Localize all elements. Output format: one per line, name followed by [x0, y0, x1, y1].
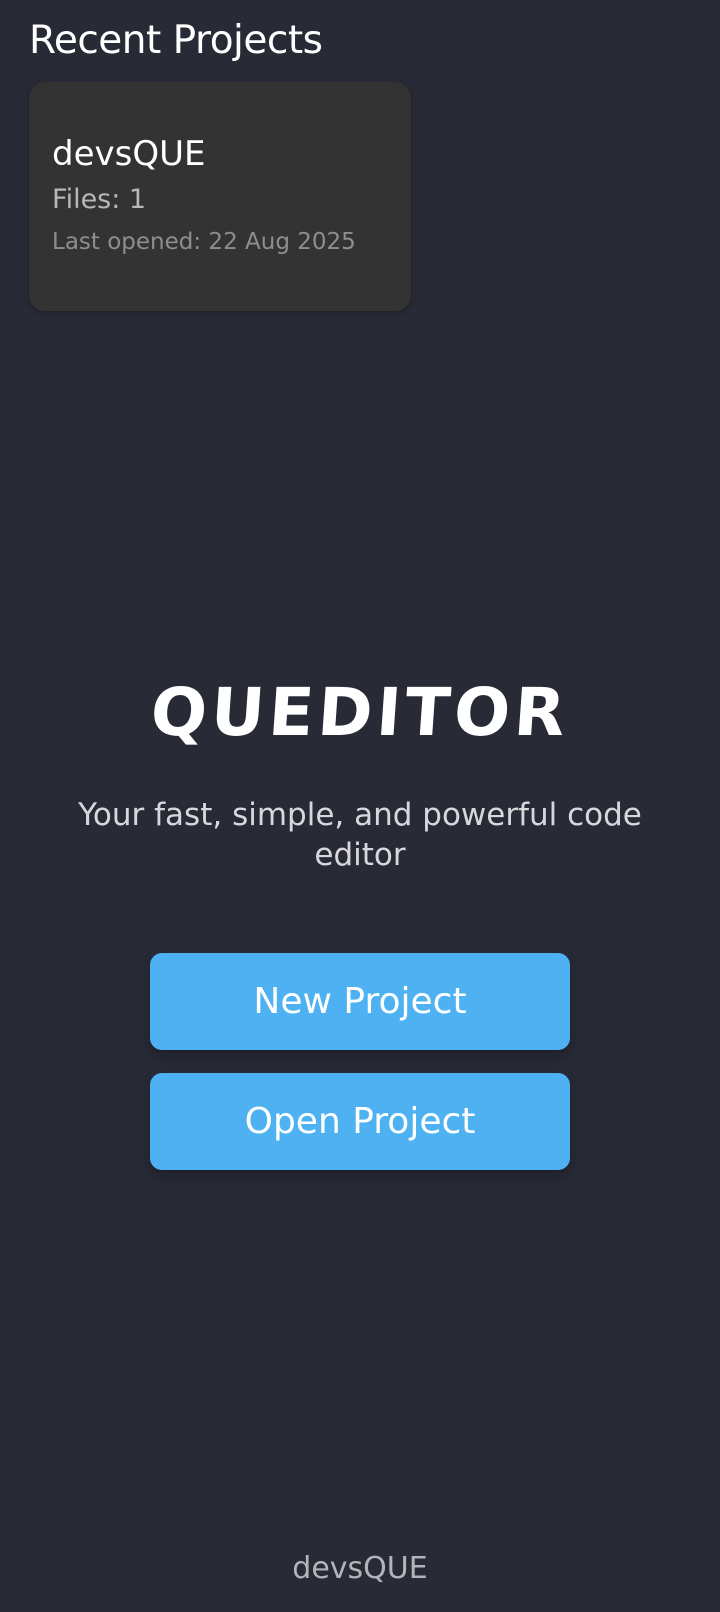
footer-brand: devsQUE	[292, 1551, 428, 1586]
project-last-opened: Last opened: 22 Aug 2025	[52, 229, 356, 255]
app-logo: QUEDITOR	[148, 674, 572, 751]
recent-project-card[interactable]: devsQUE Files: 1 Last opened: 22 Aug 202…	[29, 82, 411, 311]
home-screen: { "recent": { "title": "Recent Projects"…	[0, 0, 720, 1612]
recent-projects-title: Recent Projects	[29, 18, 323, 63]
app-tagline: Your fast, simple, and powerful code edi…	[78, 797, 642, 873]
open-project-button[interactable]: Open Project	[150, 1073, 570, 1170]
new-project-button[interactable]: New Project	[150, 953, 570, 1050]
project-file-count: Files: 1	[52, 184, 147, 215]
project-name: devsQUE	[52, 134, 206, 174]
